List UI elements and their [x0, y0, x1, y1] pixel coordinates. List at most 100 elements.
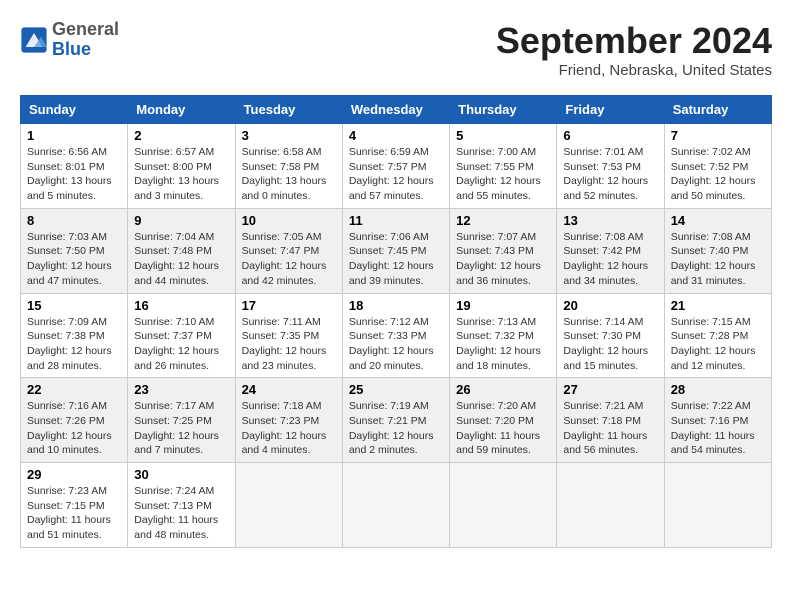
day-info: Sunrise: 7:13 AMSunset: 7:32 PMDaylight:…: [456, 315, 550, 374]
day-info: Sunrise: 6:58 AMSunset: 7:58 PMDaylight:…: [242, 145, 336, 204]
calendar-day-cell: 27 Sunrise: 7:21 AMSunset: 7:18 PMDayligh…: [557, 378, 664, 463]
weekday-header: Saturday: [664, 96, 771, 124]
location: Friend, Nebraska, United States: [496, 62, 772, 79]
logo-blue: Blue: [52, 40, 119, 60]
day-info: Sunrise: 7:24 AMSunset: 7:13 PMDaylight:…: [134, 484, 228, 543]
calendar-day-cell: 8Sunrise: 7:03 AMSunset: 7:50 PMDaylight…: [21, 208, 128, 293]
day-info: Sunrise: 7:21 AMSunset: 7:18 PMDaylight:…: [563, 399, 657, 458]
weekday-header: Monday: [128, 96, 235, 124]
calendar-day-cell: 17 Sunrise: 7:11 AMSunset: 7:35 PMDayligh…: [235, 293, 342, 378]
day-number: 17: [242, 298, 336, 313]
calendar-day-cell: 12 Sunrise: 7:07 AMSunset: 7:43 PMDayligh…: [450, 208, 557, 293]
page-header: General Blue September 2024 Friend, Nebr…: [20, 20, 772, 79]
calendar-day-cell: 13Sunrise: 7:08 AMSunset: 7:42 PMDayligh…: [557, 208, 664, 293]
calendar-day-cell: 29 Sunrise: 7:23 AMSunset: 7:15 PMDayligh…: [21, 463, 128, 548]
day-info: Sunrise: 7:15 AMSunset: 7:28 PMDaylight:…: [671, 315, 765, 374]
day-info: Sunrise: 7:09 AMSunset: 7:38 PMDaylight:…: [27, 315, 121, 374]
calendar-week-row: 1Sunrise: 6:56 AMSunset: 8:01 PMDaylight…: [21, 124, 772, 209]
calendar-day-cell: 11 Sunrise: 7:06 AMSunset: 7:45 PMDayligh…: [342, 208, 449, 293]
title-area: September 2024 Friend, Nebraska, United …: [496, 20, 772, 79]
day-info: Sunrise: 7:12 AMSunset: 7:33 PMDaylight:…: [349, 315, 443, 374]
day-info: Sunrise: 7:10 AMSunset: 7:37 PMDaylight:…: [134, 315, 228, 374]
calendar-day-cell: [342, 463, 449, 548]
day-number: 6: [563, 128, 657, 143]
calendar-week-row: 29 Sunrise: 7:23 AMSunset: 7:15 PMDayligh…: [21, 463, 772, 548]
day-info: Sunrise: 7:08 AMSunset: 7:42 PMDaylight:…: [563, 230, 657, 289]
calendar-week-row: 8Sunrise: 7:03 AMSunset: 7:50 PMDaylight…: [21, 208, 772, 293]
day-number: 22: [27, 382, 121, 397]
day-number: 24: [242, 382, 336, 397]
calendar-day-cell: [557, 463, 664, 548]
day-number: 5: [456, 128, 550, 143]
day-number: 3: [242, 128, 336, 143]
day-info: Sunrise: 7:22 AMSunset: 7:16 PMDaylight:…: [671, 399, 765, 458]
day-number: 2: [134, 128, 228, 143]
day-info: Sunrise: 7:20 AMSunset: 7:20 PMDaylight:…: [456, 399, 550, 458]
day-info: Sunrise: 6:57 AMSunset: 8:00 PMDaylight:…: [134, 145, 228, 204]
day-info: Sunrise: 7:08 AMSunset: 7:40 PMDaylight:…: [671, 230, 765, 289]
calendar-day-cell: 14 Sunrise: 7:08 AMSunset: 7:40 PMDayligh…: [664, 208, 771, 293]
calendar-day-cell: 10 Sunrise: 7:05 AMSunset: 7:47 PMDayligh…: [235, 208, 342, 293]
day-number: 20: [563, 298, 657, 313]
day-info: Sunrise: 7:14 AMSunset: 7:30 PMDaylight:…: [563, 315, 657, 374]
calendar-day-cell: 21 Sunrise: 7:15 AMSunset: 7:28 PMDayligh…: [664, 293, 771, 378]
calendar-day-cell: 28 Sunrise: 7:22 AMSunset: 7:16 PMDayligh…: [664, 378, 771, 463]
day-info: Sunrise: 7:04 AMSunset: 7:48 PMDaylight:…: [134, 230, 228, 289]
logo-icon: [20, 26, 48, 54]
weekday-header: Sunday: [21, 96, 128, 124]
calendar-day-cell: 4 Sunrise: 6:59 AMSunset: 7:57 PMDaylight…: [342, 124, 449, 209]
calendar-day-cell: 23Sunrise: 7:17 AMSunset: 7:25 PMDayligh…: [128, 378, 235, 463]
day-info: Sunrise: 7:16 AMSunset: 7:26 PMDaylight:…: [27, 399, 121, 458]
day-info: Sunrise: 7:23 AMSunset: 7:15 PMDaylight:…: [27, 484, 121, 543]
day-number: 4: [349, 128, 443, 143]
day-number: 12: [456, 213, 550, 228]
calendar-day-cell: 6 Sunrise: 7:01 AMSunset: 7:53 PMDaylight…: [557, 124, 664, 209]
logo: General Blue: [20, 20, 119, 60]
calendar-day-cell: [450, 463, 557, 548]
day-info: Sunrise: 7:00 AMSunset: 7:55 PMDaylight:…: [456, 145, 550, 204]
calendar-day-cell: 22 Sunrise: 7:16 AMSunset: 7:26 PMDayligh…: [21, 378, 128, 463]
day-number: 1: [27, 128, 121, 143]
calendar-day-cell: 2 Sunrise: 6:57 AMSunset: 8:00 PMDaylight…: [128, 124, 235, 209]
calendar-day-cell: 3 Sunrise: 6:58 AMSunset: 7:58 PMDaylight…: [235, 124, 342, 209]
month-title: September 2024: [496, 20, 772, 62]
calendar-day-cell: 30Sunrise: 7:24 AMSunset: 7:13 PMDayligh…: [128, 463, 235, 548]
day-number: 26: [456, 382, 550, 397]
day-number: 27: [563, 382, 657, 397]
day-number: 16: [134, 298, 228, 313]
day-info: Sunrise: 7:01 AMSunset: 7:53 PMDaylight:…: [563, 145, 657, 204]
calendar-day-cell: 7 Sunrise: 7:02 AMSunset: 7:52 PMDaylight…: [664, 124, 771, 209]
day-info: Sunrise: 6:59 AMSunset: 7:57 PMDaylight:…: [349, 145, 443, 204]
logo-general: General: [52, 20, 119, 40]
calendar-week-row: 22 Sunrise: 7:16 AMSunset: 7:26 PMDayligh…: [21, 378, 772, 463]
day-number: 29: [27, 467, 121, 482]
calendar-day-cell: 19 Sunrise: 7:13 AMSunset: 7:32 PMDayligh…: [450, 293, 557, 378]
logo-text: General Blue: [52, 20, 119, 60]
weekday-header: Thursday: [450, 96, 557, 124]
day-number: 21: [671, 298, 765, 313]
day-number: 14: [671, 213, 765, 228]
day-info: Sunrise: 7:07 AMSunset: 7:43 PMDaylight:…: [456, 230, 550, 289]
calendar-day-cell: 20 Sunrise: 7:14 AMSunset: 7:30 PMDayligh…: [557, 293, 664, 378]
day-info: Sunrise: 7:06 AMSunset: 7:45 PMDaylight:…: [349, 230, 443, 289]
day-number: 25: [349, 382, 443, 397]
day-number: 23: [134, 382, 228, 397]
calendar-week-row: 15Sunrise: 7:09 AMSunset: 7:38 PMDayligh…: [21, 293, 772, 378]
day-info: Sunrise: 7:11 AMSunset: 7:35 PMDaylight:…: [242, 315, 336, 374]
day-number: 7: [671, 128, 765, 143]
calendar-day-cell: 16 Sunrise: 7:10 AMSunset: 7:37 PMDayligh…: [128, 293, 235, 378]
calendar-day-cell: [664, 463, 771, 548]
day-number: 19: [456, 298, 550, 313]
day-number: 11: [349, 213, 443, 228]
day-info: Sunrise: 7:05 AMSunset: 7:47 PMDaylight:…: [242, 230, 336, 289]
calendar-day-cell: 15Sunrise: 7:09 AMSunset: 7:38 PMDayligh…: [21, 293, 128, 378]
weekday-header: Tuesday: [235, 96, 342, 124]
calendar-day-cell: 26 Sunrise: 7:20 AMSunset: 7:20 PMDayligh…: [450, 378, 557, 463]
day-number: 10: [242, 213, 336, 228]
day-number: 28: [671, 382, 765, 397]
day-info: Sunrise: 7:02 AMSunset: 7:52 PMDaylight:…: [671, 145, 765, 204]
day-info: Sunrise: 7:19 AMSunset: 7:21 PMDaylight:…: [349, 399, 443, 458]
weekday-header: Friday: [557, 96, 664, 124]
calendar-header-row: SundayMondayTuesdayWednesdayThursdayFrid…: [21, 96, 772, 124]
calendar-day-cell: 25 Sunrise: 7:19 AMSunset: 7:21 PMDayligh…: [342, 378, 449, 463]
